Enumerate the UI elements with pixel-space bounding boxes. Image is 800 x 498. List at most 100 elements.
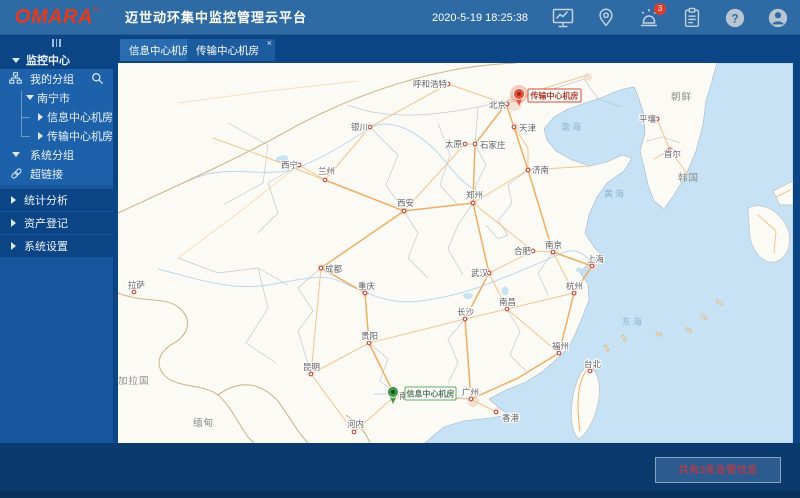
city-dot — [557, 351, 561, 355]
city-label: 成都 — [325, 264, 343, 274]
tab-bar: 信息中心机房 × 传输中心机房 × — [113, 35, 800, 63]
city-label: 济南 — [532, 165, 549, 175]
city-dot — [309, 372, 313, 376]
city-label: 贵阳 — [361, 331, 378, 341]
sea-label: 东海 — [622, 316, 644, 327]
city-dot — [463, 317, 467, 321]
sidebar-item-system-groups[interactable]: 系统分组 — [0, 145, 113, 164]
city-label: 郑州 — [466, 190, 483, 200]
city-label: 武汉 — [471, 268, 489, 278]
chevron-right-icon — [38, 113, 43, 121]
sidebar-collapse-icon[interactable] — [0, 35, 113, 51]
city-label: 呼和浩特 — [413, 79, 448, 89]
sidebar-item-system-settings[interactable]: 系统设置 — [0, 235, 113, 257]
status-footer: 共有3条告警信息 — [0, 443, 800, 498]
svg-text:?: ? — [731, 11, 738, 25]
help-icon[interactable]: ? — [723, 6, 747, 30]
alarm-icon[interactable]: 3 — [637, 6, 661, 30]
sidebar-item-asset-register[interactable]: 资产登记 — [0, 212, 113, 234]
city-label: 拉萨 — [128, 280, 146, 290]
city-label: 太原 — [445, 139, 462, 149]
city-dot — [505, 307, 509, 311]
city-dot — [512, 125, 516, 129]
chevron-right-icon — [38, 132, 43, 140]
alarm-badge: 3 — [654, 3, 666, 15]
city-label: 石家庄 — [480, 140, 506, 150]
city-dot — [402, 209, 406, 213]
country-label: 加拉国 — [118, 375, 150, 387]
city-dot — [526, 168, 530, 172]
sidebar-item-my-groups[interactable]: 我的分组 — [0, 69, 113, 88]
map-canvas[interactable]: 呼和浩特北京天津太原石家庄济南银川西宁兰州西安郑州南京合肥上海武汉杭州成都重庆长… — [118, 63, 793, 443]
city-label: 香港 — [502, 413, 520, 423]
city-dot — [473, 142, 477, 146]
city-label: 福州 — [552, 341, 569, 351]
logo-text: OMARA — [15, 6, 93, 29]
city-label: 杭州 — [566, 281, 583, 291]
city-dot — [531, 249, 535, 253]
chevron-down-icon — [26, 95, 34, 100]
marker-label: 信息中心机房 — [407, 389, 455, 399]
sidebar-item-hyperlink[interactable]: 超链接 — [0, 164, 113, 183]
sidebar: 监控中心 我的分组 — [0, 35, 113, 498]
country-label: 缅甸 — [193, 417, 214, 429]
sidebar-item-statistics[interactable]: 统计分析 — [0, 189, 113, 211]
sidebar-item-monitor-center[interactable]: 监控中心 — [0, 51, 113, 69]
city-label: 南京 — [545, 240, 562, 250]
search-icon[interactable] — [91, 72, 104, 88]
city-dot — [323, 178, 327, 182]
map-marker-center — [391, 390, 395, 394]
sea-label: 渤海 — [561, 121, 583, 132]
country-label: 朝鲜 — [671, 91, 692, 103]
tab-trans-center-room[interactable]: 传输中心机房 × — [187, 39, 275, 61]
marker-label: 传输中心机房 — [530, 91, 579, 101]
app-logo: OMARA ® — [0, 0, 113, 35]
city-label: 天津 — [519, 123, 537, 133]
group-icon — [9, 72, 22, 85]
chevron-right-icon — [11, 242, 16, 250]
sidebar-item-trans-center-room[interactable]: 传输中心机房 — [0, 126, 113, 145]
page-title: 迈世动环集中监控管理云平台 — [125, 0, 307, 35]
chevron-right-icon — [11, 196, 16, 204]
city-dot — [319, 266, 323, 270]
alarm-summary-button[interactable]: 共有3条告警信息 — [655, 457, 781, 483]
city-dot — [352, 430, 356, 434]
city-label: 平壤 — [639, 114, 657, 124]
city-label: 重庆 — [358, 281, 376, 291]
chevron-right-icon — [11, 219, 16, 227]
top-header: OMARA ® 迈世动环集中监控管理云平台 2020-5-19 18:25:38 — [0, 0, 800, 35]
user-icon[interactable] — [766, 6, 790, 30]
city-dot — [132, 290, 136, 294]
city-label: 南昌 — [499, 297, 516, 307]
city-dot — [469, 397, 473, 401]
sea-label: 黄海 — [604, 188, 626, 199]
city-label: 上海 — [587, 254, 605, 264]
sidebar-item-nanning[interactable]: 南宁市 — [0, 88, 113, 107]
map-marker-center — [517, 92, 521, 96]
chevron-down-icon — [12, 58, 20, 63]
city-label: 河内 — [347, 419, 364, 429]
link-icon — [10, 167, 23, 180]
registered-mark: ® — [93, 7, 98, 14]
country-label: 韩国 — [678, 172, 699, 184]
city-dot — [590, 264, 594, 268]
city-label: 兰州 — [318, 166, 335, 176]
city-dot — [551, 250, 555, 254]
location-icon[interactable] — [594, 6, 618, 30]
group-tree: 我的分组 南宁市 信息中心机房 传输中心机房 系统分组 — [0, 69, 113, 185]
city-label: 昆明 — [303, 362, 320, 372]
city-label: 西安 — [397, 198, 414, 208]
city-label: 合肥 — [514, 246, 532, 256]
close-icon[interactable]: × — [267, 39, 272, 48]
city-label: 北京 — [489, 100, 506, 110]
city-dot — [368, 125, 372, 129]
main-content: 信息中心机房 × 传输中心机房 × — [113, 35, 800, 498]
city-dot — [494, 410, 498, 414]
monitor-icon[interactable] — [551, 6, 575, 30]
city-dot — [363, 291, 367, 295]
report-icon[interactable] — [680, 6, 704, 30]
datetime-label: 2020-5-19 18:25:38 — [432, 12, 528, 24]
city-label: 台北 — [584, 359, 602, 369]
chevron-down-icon — [12, 152, 20, 157]
sidebar-item-info-center-room[interactable]: 信息中心机房 — [0, 107, 113, 126]
